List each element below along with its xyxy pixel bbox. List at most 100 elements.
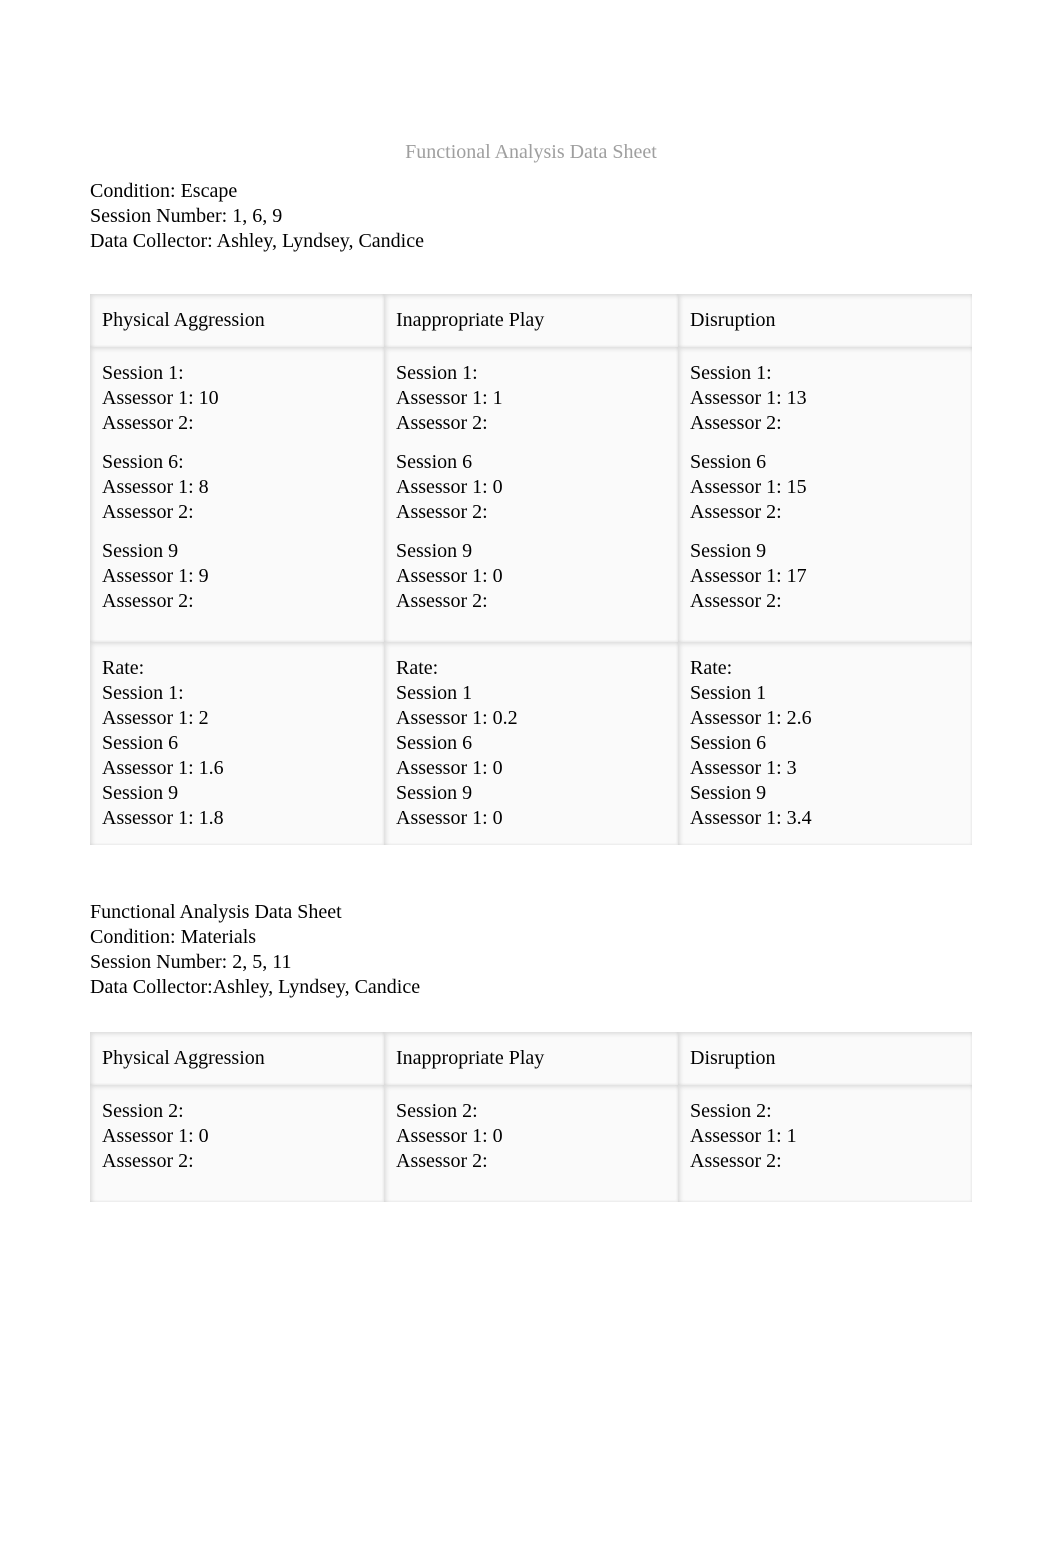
condition: Condition: Escape xyxy=(90,179,972,204)
session-label: Session 2: xyxy=(102,1099,372,1124)
rate-line: Assessor 1: 1.6 xyxy=(102,756,372,781)
rate-line: Rate: xyxy=(690,656,960,681)
spacer xyxy=(396,1174,666,1188)
header-cell: Inappropriate Play xyxy=(384,1032,678,1085)
header-cell: Physical Aggression xyxy=(90,294,384,347)
session-label: Session 6: xyxy=(102,450,372,475)
col-header: Disruption xyxy=(690,308,960,333)
session-number: Session Number: 1, 6, 9 xyxy=(90,204,972,229)
assessor1: Assessor 1: 9 xyxy=(102,564,372,589)
col-header: Physical Aggression xyxy=(102,1046,372,1071)
rate-line: Rate: xyxy=(396,656,666,681)
rate-line: Session 6 xyxy=(396,731,666,756)
doc-title: Functional Analysis Data Sheet xyxy=(90,140,972,165)
collector-label: Data Collector: xyxy=(90,976,213,998)
assessor1: Assessor 1: 0 xyxy=(396,1124,666,1149)
session-label: Session 6 xyxy=(690,450,960,475)
assessor1: Assessor 1: 1 xyxy=(396,386,666,411)
rate-line: Session 1 xyxy=(690,681,960,706)
sheet2-title: Functional Analysis Data Sheet xyxy=(90,900,972,925)
assessor1: Assessor 1: 0 xyxy=(102,1124,372,1149)
data-cell: Session 1: Assessor 1: 10 Assessor 2: Se… xyxy=(90,347,384,642)
assessor1: Assessor 1: 0 xyxy=(396,564,666,589)
session-number: Session Number: 2, 5, 11 xyxy=(90,950,972,975)
assessor2: Assessor 2: xyxy=(102,589,372,614)
sheet1-table: Physical Aggression Inappropriate Play D… xyxy=(90,294,972,845)
rate-line: Session 9 xyxy=(690,781,960,806)
table-row: Session 1: Assessor 1: 10 Assessor 2: Se… xyxy=(90,347,972,642)
spacer xyxy=(396,614,666,628)
session-label: Session 1: xyxy=(102,361,372,386)
assessor2: Assessor 2: xyxy=(102,500,372,525)
assessor2: Assessor 2: xyxy=(690,589,960,614)
rate-line: Session 6 xyxy=(690,731,960,756)
data-cell: Session 2: Assessor 1: 1 Assessor 2: xyxy=(678,1085,972,1202)
session-label: Session 9 xyxy=(102,539,372,564)
data-cell: Session 2: Assessor 1: 0 Assessor 2: xyxy=(90,1085,384,1202)
spacer xyxy=(102,614,372,628)
data-cell: Session 1: Assessor 1: 13 Assessor 2: Se… xyxy=(678,347,972,642)
spacer xyxy=(690,436,960,450)
assessor1: Assessor 1: 10 xyxy=(102,386,372,411)
assessor1: Assessor 1: 8 xyxy=(102,475,372,500)
assessor1: Assessor 1: 17 xyxy=(690,564,960,589)
header-cell: Physical Aggression xyxy=(90,1032,384,1085)
spacer xyxy=(690,525,960,539)
rate-line: Session 1 xyxy=(396,681,666,706)
spacer xyxy=(396,436,666,450)
sheet1-meta: Condition: Escape Session Number: 1, 6, … xyxy=(90,179,972,254)
table-row: Physical Aggression Inappropriate Play D… xyxy=(90,294,972,347)
assessor2: Assessor 2: xyxy=(396,589,666,614)
header-cell: Inappropriate Play xyxy=(384,294,678,347)
session-label: Session 1: xyxy=(690,361,960,386)
spacer xyxy=(90,1000,972,1032)
assessor2: Assessor 2: xyxy=(690,500,960,525)
assessor1: Assessor 1: 13 xyxy=(690,386,960,411)
assessor1: Assessor 1: 0 xyxy=(396,475,666,500)
rate-line: Assessor 1: 3.4 xyxy=(690,806,960,831)
rate-line: Rate: xyxy=(102,656,372,681)
rate-line: Session 6 xyxy=(102,731,372,756)
spacer xyxy=(690,1174,960,1188)
col-header: Inappropriate Play xyxy=(396,308,666,333)
col-header: Disruption xyxy=(690,1046,960,1071)
assessor2: Assessor 2: xyxy=(102,1149,372,1174)
spacer xyxy=(102,525,372,539)
rate-cell: Rate: Session 1 Assessor 1: 2.6 Session … xyxy=(678,642,972,845)
header-cell: Disruption xyxy=(678,294,972,347)
session-label: Session 9 xyxy=(396,539,666,564)
rate-line: Session 1: xyxy=(102,681,372,706)
rate-line: Assessor 1: 2 xyxy=(102,706,372,731)
rate-line: Assessor 1: 1.8 xyxy=(102,806,372,831)
table-row: Physical Aggression Inappropriate Play D… xyxy=(90,1032,972,1085)
rate-line: Assessor 1: 0 xyxy=(396,806,666,831)
session-label: Session 9 xyxy=(690,539,960,564)
session-label: Session 6 xyxy=(396,450,666,475)
rate-line: Assessor 1: 2.6 xyxy=(690,706,960,731)
assessor2: Assessor 2: xyxy=(690,411,960,436)
assessor2: Assessor 2: xyxy=(396,500,666,525)
col-header: Physical Aggression xyxy=(102,308,372,333)
rate-cell: Rate: Session 1 Assessor 1: 0.2 Session … xyxy=(384,642,678,845)
data-collector: Data Collector:Ashley, Lyndsey, Candice xyxy=(90,975,972,1000)
sheet2-table: Physical Aggression Inappropriate Play D… xyxy=(90,1032,972,1202)
data-cell: Session 1: Assessor 1: 1 Assessor 2: Ses… xyxy=(384,347,678,642)
rate-line: Assessor 1: 0 xyxy=(396,756,666,781)
table-row: Rate: Session 1: Assessor 1: 2 Session 6… xyxy=(90,642,972,845)
spacer xyxy=(102,436,372,450)
rate-cell: Rate: Session 1: Assessor 1: 2 Session 6… xyxy=(90,642,384,845)
rate-line: Session 9 xyxy=(396,781,666,806)
data-collector: Data Collector: Ashley, Lyndsey, Candice xyxy=(90,229,972,254)
condition: Condition: Materials xyxy=(90,925,972,950)
col-header: Inappropriate Play xyxy=(396,1046,666,1071)
assessor2: Assessor 2: xyxy=(690,1149,960,1174)
header-cell: Disruption xyxy=(678,1032,972,1085)
session-label: Session 1: xyxy=(396,361,666,386)
collector-value: Ashley, Lyndsey, Candice xyxy=(213,976,420,998)
rate-line: Assessor 1: 3 xyxy=(690,756,960,781)
assessor2: Assessor 2: xyxy=(396,411,666,436)
spacer xyxy=(396,525,666,539)
spacer xyxy=(690,614,960,628)
session-label: Session 2: xyxy=(690,1099,960,1124)
assessor2: Assessor 2: xyxy=(102,411,372,436)
